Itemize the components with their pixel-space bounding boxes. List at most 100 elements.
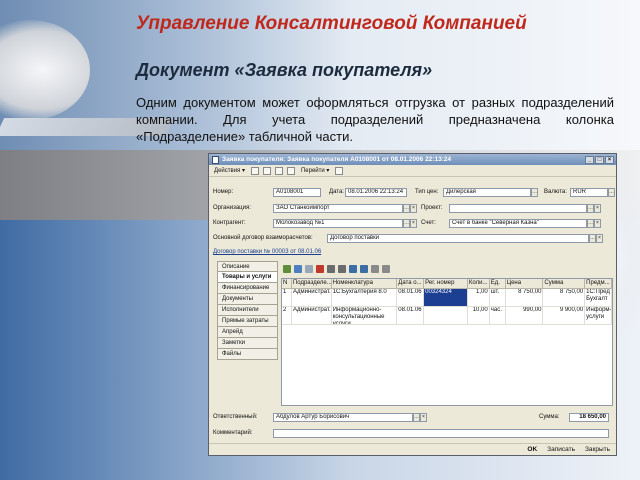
project-clear-button[interactable]: × [594, 203, 601, 213]
tab-financing[interactable]: Финансирование [217, 283, 278, 294]
price-type-field[interactable]: Дилерская [443, 187, 531, 197]
cell-price[interactable]: 990,00 [505, 307, 544, 325]
date-label: Дата: [329, 189, 344, 195]
select-icon[interactable] [382, 265, 390, 273]
close-window-button[interactable]: × [605, 155, 614, 164]
responsible-clear-button[interactable]: × [420, 412, 427, 422]
close-button[interactable]: Закрыть [583, 446, 612, 453]
total-value: 18 650,00 [569, 412, 609, 422]
edit-row-icon[interactable] [305, 265, 313, 273]
sort-asc-icon[interactable] [349, 265, 357, 273]
col-header-quantity[interactable]: Коли... [467, 279, 490, 289]
window-title: Заявка покупателя: Заявка покупателя А01… [222, 156, 452, 163]
tab-description[interactable]: Описание [217, 261, 278, 272]
structure-icon[interactable] [286, 166, 295, 175]
col-header-date[interactable]: Дата о... [397, 279, 425, 289]
account-clear-button[interactable]: × [594, 218, 601, 228]
slide-doc-title: Документ «Заявка покупателя» [136, 60, 433, 80]
tab-documents[interactable]: Документы [217, 294, 278, 305]
counterparty-clear-button[interactable]: × [410, 218, 417, 228]
account-select-button[interactable]: … [587, 218, 594, 228]
col-header-division[interactable]: Подразделе... [291, 279, 332, 289]
org-select-button[interactable]: … [403, 203, 410, 213]
col-header-price[interactable]: Цена [505, 279, 544, 289]
post-icon[interactable] [262, 166, 271, 175]
cell-n[interactable]: 2 [282, 307, 292, 325]
col-header-sum[interactable]: Сумма [543, 279, 586, 289]
cell-price[interactable]: 8 750,00 [505, 289, 544, 307]
number-field[interactable]: А0108001 [273, 187, 321, 197]
copy-row-icon[interactable] [294, 265, 302, 273]
tab-executors[interactable]: Исполнители [217, 305, 278, 316]
responsible-select-button[interactable]: … [413, 412, 420, 422]
contract-main-field[interactable]: Договор поставки [327, 233, 589, 243]
project-field[interactable] [449, 203, 587, 213]
cell-sum[interactable]: 9 900,00 [543, 307, 586, 325]
contract-link[interactable]: Договор поставки № 00003 от 08.01.06 [213, 249, 333, 255]
window-titlebar: Заявка покупателя: Заявка покупателя А01… [209, 154, 616, 165]
sort-desc-icon[interactable] [360, 265, 368, 273]
help-icon[interactable] [335, 166, 344, 175]
col-header-nomenclature[interactable]: Номенклатура [331, 279, 398, 289]
tab-goods-services[interactable]: Товары и услуги [217, 272, 278, 283]
cell-reg-number[interactable]: 00324324 [424, 289, 468, 307]
col-header-n[interactable]: N [282, 279, 292, 289]
cell-nomenclature[interactable]: Информационно-консультационные услуги [331, 307, 398, 325]
goto-menu[interactable]: Перейти ▾ [299, 167, 331, 174]
cell-subject[interactable]: 1С:Пред Бухгалт [585, 289, 612, 307]
responsible-field[interactable]: Абдулов Артур Борисович [273, 412, 413, 422]
project-select-button[interactable]: … [587, 203, 594, 213]
actions-menu[interactable]: Действия ▾ [212, 167, 247, 174]
goods-table: N Подразделе... Номенклатура Дата о... Р… [281, 278, 613, 406]
window-footer: OK Записать Закрыть [209, 443, 616, 455]
save-button[interactable]: Записать [545, 446, 577, 453]
cell-n[interactable]: 1 [282, 289, 292, 307]
table-row[interactable]: 1 Администрат... 1С:Бухгалтерия 8.0 08.0… [282, 289, 612, 307]
cell-nomenclature[interactable]: 1С:Бухгалтерия 8.0 [331, 289, 398, 307]
cell-date[interactable]: 08.01.06 [397, 289, 425, 307]
price-type-select-button[interactable]: … [531, 187, 538, 197]
cell-quantity[interactable]: 1,00 [467, 289, 490, 307]
print-icon[interactable] [274, 166, 283, 175]
minimize-button[interactable]: _ [585, 155, 594, 164]
cell-sum[interactable]: 8 750,00 [543, 289, 586, 307]
document-icon [212, 155, 219, 164]
col-header-reg-number[interactable]: Рег. номер [424, 279, 468, 289]
contract-main-select-button[interactable]: … [589, 233, 596, 243]
date-field[interactable]: 08.01.2006 22:13:24 [345, 187, 407, 197]
org-clear-button[interactable]: × [410, 203, 417, 213]
cell-division[interactable]: Администрат... [291, 307, 332, 325]
add-row-icon[interactable] [283, 265, 291, 273]
cell-subject[interactable]: Информ-услуги [585, 307, 612, 325]
ok-button[interactable]: OK [525, 446, 539, 453]
cell-reg-number[interactable] [424, 307, 468, 325]
fill-icon[interactable] [371, 265, 379, 273]
move-up-icon[interactable] [327, 265, 335, 273]
delete-row-icon[interactable] [316, 265, 324, 273]
cell-unit[interactable]: час. [489, 307, 506, 325]
cell-division[interactable]: Администрат... [291, 289, 332, 307]
tab-files[interactable]: Файлы [217, 349, 278, 360]
maximize-button[interactable]: □ [595, 155, 604, 164]
account-field[interactable]: Счет в банке "Северная Казна" [449, 218, 587, 228]
currency-field[interactable]: RUR [570, 187, 608, 197]
table-row[interactable]: 2 Администрат... Информационно-консульта… [282, 307, 612, 325]
tab-direct-costs[interactable]: Прямые затраты [217, 316, 278, 327]
org-label: Организация: [213, 205, 251, 211]
counterparty-field[interactable]: Молокозавод №1 [273, 218, 403, 228]
contract-main-clear-button[interactable]: × [596, 233, 603, 243]
cell-unit[interactable]: шт. [489, 289, 506, 307]
col-header-subject[interactable]: Предм... [585, 279, 612, 289]
tab-notes[interactable]: Заметки [217, 338, 278, 349]
slide-header: Управление Консалтинговой Компанией [136, 13, 527, 34]
save-icon[interactable] [250, 166, 259, 175]
counterparty-select-button[interactable]: … [403, 218, 410, 228]
move-down-icon[interactable] [338, 265, 346, 273]
cell-date[interactable]: 08.01.06 [397, 307, 425, 325]
col-header-unit[interactable]: Ед. [489, 279, 506, 289]
org-field[interactable]: ЗАО Станкоимпорт [273, 203, 403, 213]
tab-upgrade[interactable]: Апрейд [217, 327, 278, 338]
comment-field[interactable] [273, 428, 609, 438]
cell-quantity[interactable]: 10,00 [467, 307, 490, 325]
currency-select-button[interactable]: … [608, 187, 615, 197]
